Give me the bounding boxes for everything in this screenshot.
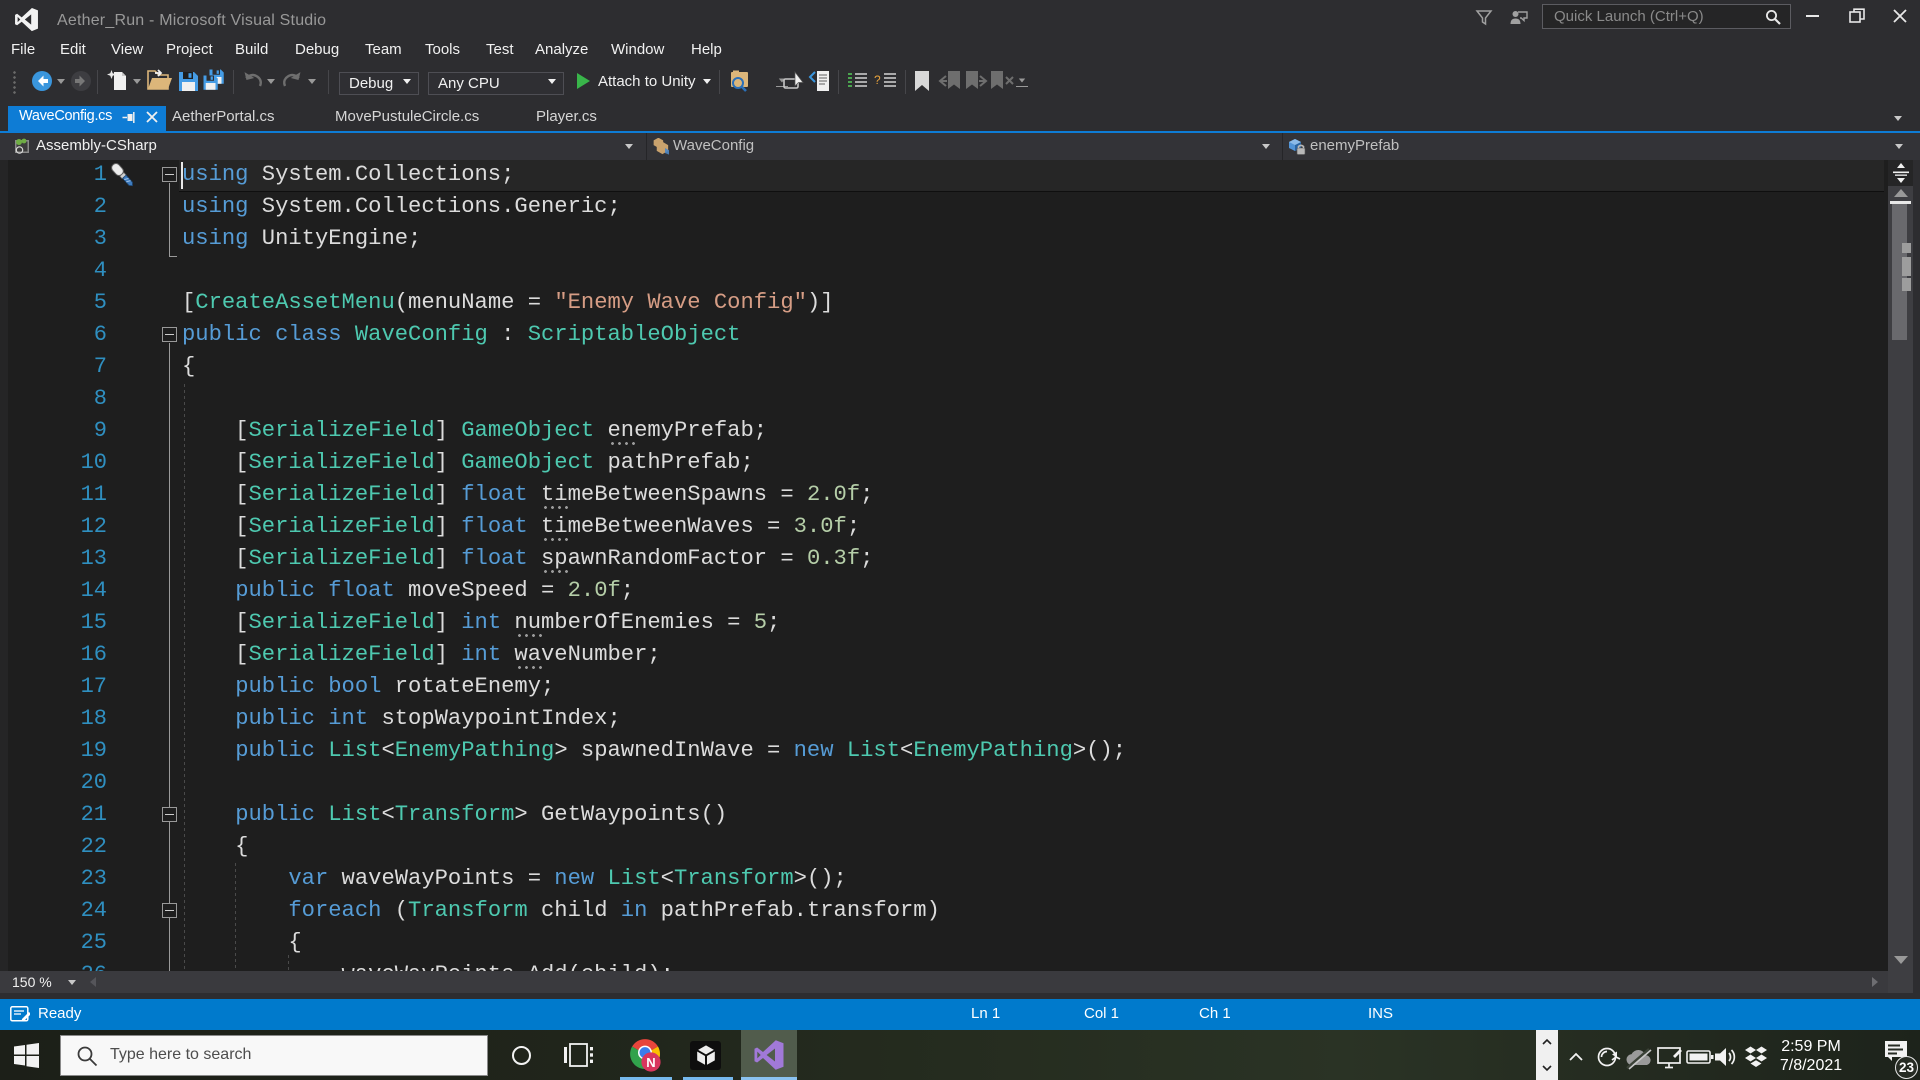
svg-text:?: ?	[874, 73, 881, 87]
svg-text:N: N	[646, 1055, 655, 1070]
